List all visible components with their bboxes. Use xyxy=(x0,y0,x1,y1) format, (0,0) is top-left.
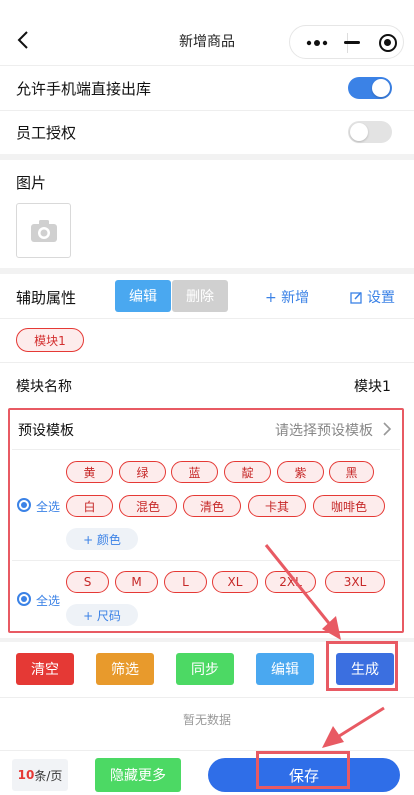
arrow-to-generate xyxy=(264,544,338,633)
arrow-to-save xyxy=(335,706,385,740)
arrow-head-icon xyxy=(322,726,344,748)
annotation-arrows xyxy=(264,544,385,748)
